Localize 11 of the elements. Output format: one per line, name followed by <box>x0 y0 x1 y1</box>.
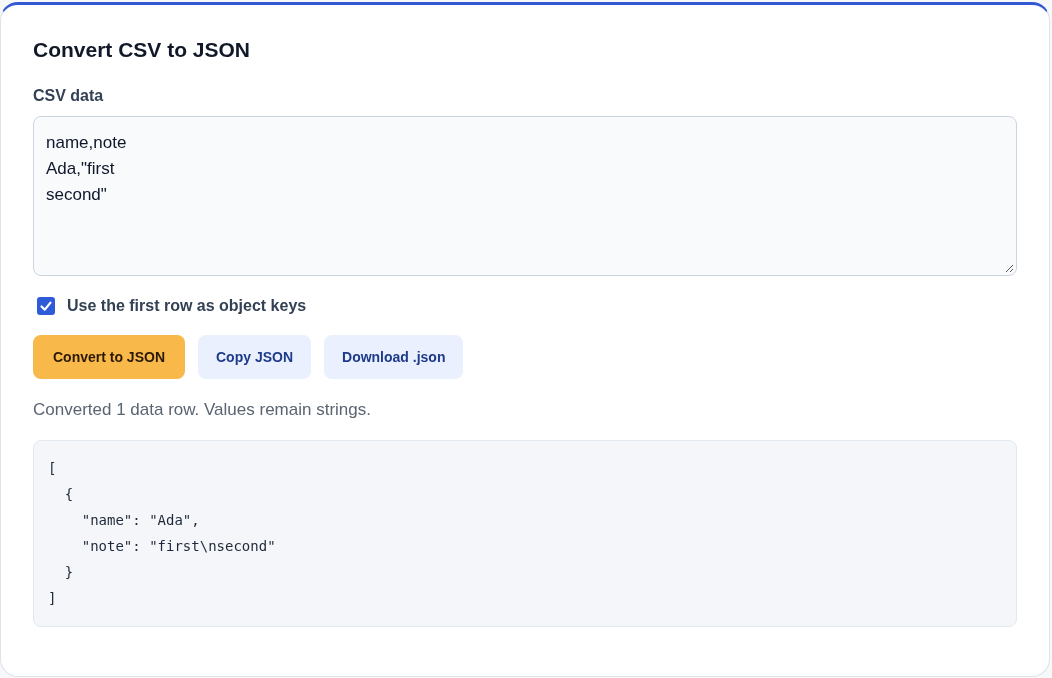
secondary-button[interactable]: Copy JSON <box>198 335 311 379</box>
convert-button[interactable]: Convert to JSON <box>33 335 185 379</box>
field-label: CSV data <box>33 86 104 106</box>
json-output-block: [ { "name": "Ada", "note": "first\nsecond" } ] <box>33 440 1017 627</box>
resize-handle-icon[interactable] <box>1005 264 1014 273</box>
csv-input-field[interactable]: name,note Ada,"first second" <box>33 116 1017 276</box>
checkbox-label: Use the first row as object keys <box>67 296 307 316</box>
status-message: Converted 1 data row. Values remain strings. <box>33 400 371 420</box>
checkbox[interactable] <box>37 297 55 315</box>
secondary-button[interactable]: Download .json <box>324 335 464 379</box>
card-title: Convert CSV to JSON <box>33 37 251 63</box>
